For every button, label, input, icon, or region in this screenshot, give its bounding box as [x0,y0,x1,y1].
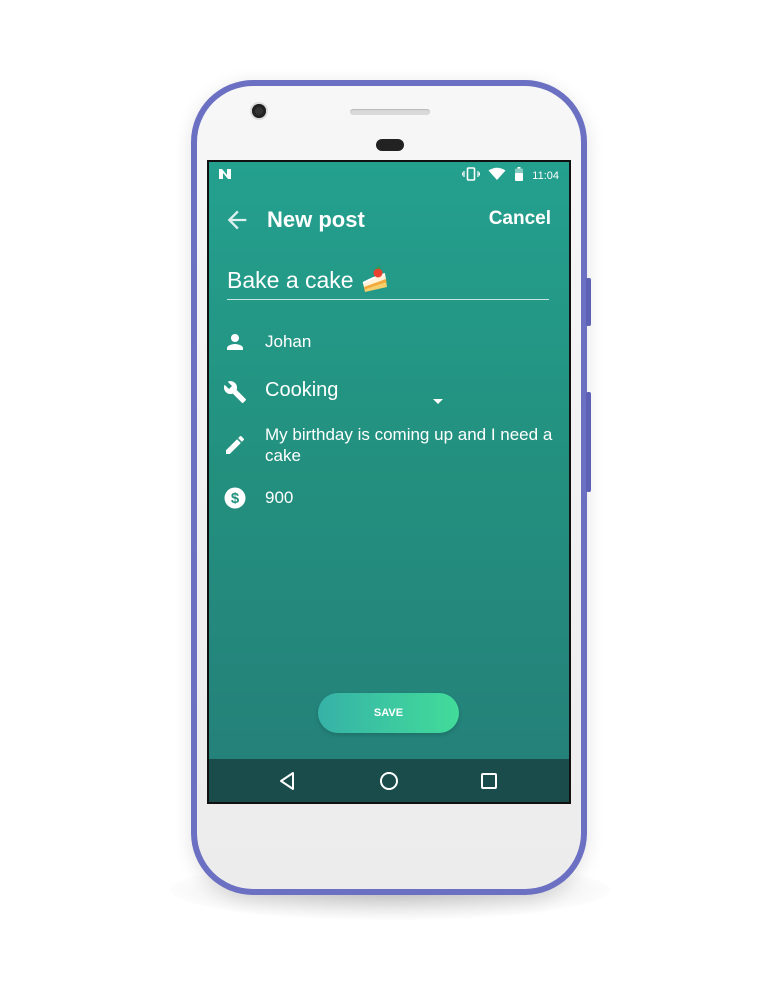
price-value: 900 [265,488,294,507]
app-display: 11:04 New post Cancel Bake a cake Johan … [209,162,569,802]
person-icon [223,330,247,354]
screen: 11:04 New post Cancel Bake a cake Johan … [207,160,571,804]
proximity-sensor [376,139,404,151]
svg-text:$: $ [231,490,240,507]
power-button [586,278,591,326]
status-time: 11:04 [532,169,559,182]
earpiece-speaker [350,109,430,115]
post-title-field[interactable] [227,265,549,300]
chevron-down-icon[interactable] [431,393,445,404]
volume-button [586,392,591,492]
status-bar: 11:04 [209,162,569,188]
nav-bar [209,759,569,802]
front-camera [252,104,266,118]
wifi-icon [488,167,506,184]
home-circle-icon[interactable] [377,769,401,793]
dollar-icon: $ [223,486,247,510]
cancel-button[interactable]: Cancel [489,208,551,230]
author-value: Johan [265,332,312,351]
page-title: New post [267,207,365,232]
category-select[interactable]: Cooking [265,379,338,402]
description-value: My birthday is coming up and I need a ca… [265,425,553,465]
recents-square-icon[interactable] [477,769,501,793]
save-button[interactable]: SAVE [318,693,459,733]
battery-icon [514,167,524,184]
arrow-back-icon[interactable] [223,206,251,234]
cake-emoji [360,265,390,295]
back-triangle-icon[interactable] [276,769,300,793]
vibrate-icon [462,167,481,184]
app-bar: New post Cancel [209,200,569,240]
wrench-icon [223,380,247,404]
n-icon [217,167,233,186]
pencil-icon [223,433,247,457]
